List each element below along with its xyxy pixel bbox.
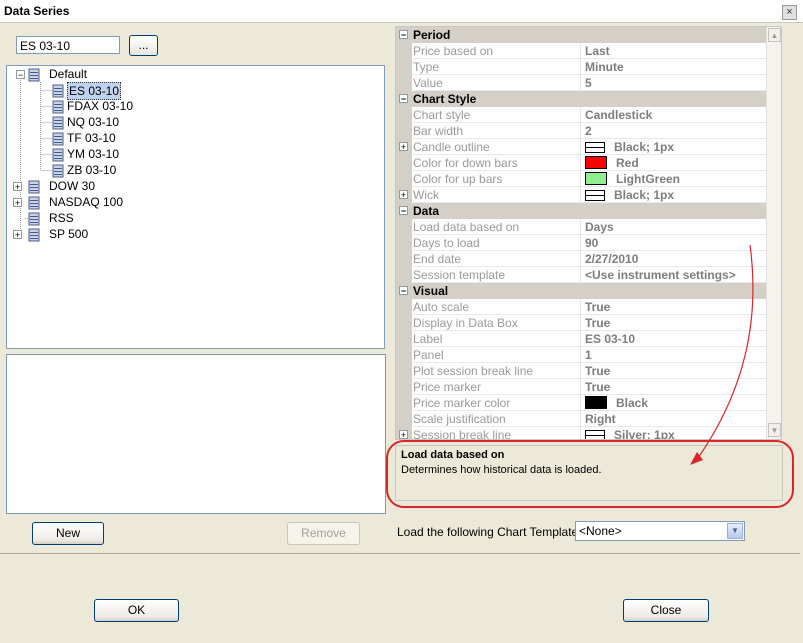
chart-template-value: <None> <box>579 524 622 538</box>
remove-button[interactable]: Remove <box>287 522 360 545</box>
new-button[interactable]: New <box>32 522 104 545</box>
chart-template-label: Load the following Chart Template: <box>397 525 582 539</box>
annotation-arrow <box>690 244 754 465</box>
chart-template-select[interactable]: <None> ▼ <box>575 521 745 541</box>
separator <box>0 553 800 554</box>
chevron-down-icon[interactable]: ▼ <box>727 523 743 539</box>
ok-button[interactable]: OK <box>94 599 179 622</box>
close-button[interactable]: Close <box>623 599 709 622</box>
